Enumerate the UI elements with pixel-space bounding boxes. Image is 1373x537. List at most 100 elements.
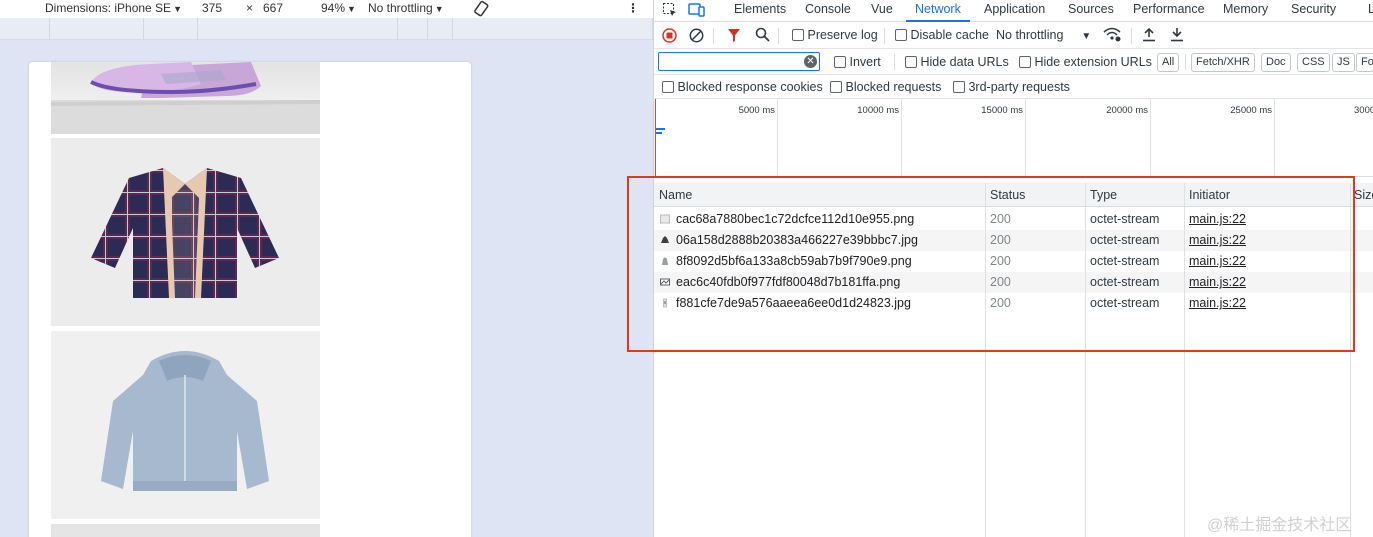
table-row[interactable]: f881cfe7de9a576aaeea6ee0d1d24823.jpg 200… (654, 293, 1373, 314)
timeline-request-bar (656, 128, 665, 130)
product-image-plaid-jacket[interactable] (51, 138, 320, 326)
filter-bar: ✕ Invert Hide data URLs Hide extension U… (654, 49, 1373, 75)
more-options-icon[interactable]: ⋮ (627, 1, 639, 15)
file-jpg-icon (661, 236, 669, 243)
column-divider[interactable] (985, 183, 986, 537)
emulated-viewport[interactable] (29, 62, 471, 537)
watermark: @稀土掘金技术社区 (1207, 517, 1352, 534)
tab-application[interactable]: Application (984, 0, 1045, 22)
search-icon[interactable] (755, 27, 770, 45)
invert-checkbox[interactable]: Invert (834, 55, 881, 69)
blocked-cookies-checkbox[interactable]: Blocked response cookies (662, 80, 823, 94)
tab-elements[interactable]: Elements (734, 0, 786, 22)
zoom-select[interactable]: 94% ▼ (321, 1, 356, 15)
chevron-down-icon: ▼ (434, 4, 444, 14)
request-name: f881cfe7de9a576aaeea6ee0d1d24823.jpg (676, 296, 911, 310)
request-name: cac68a7880bec1c72dcfce112d10e955.png (676, 212, 915, 226)
request-initiator-link[interactable]: main.js:22 (1189, 254, 1246, 268)
request-table-header: Name Status Type Initiator Size (654, 183, 1373, 207)
export-har-icon[interactable] (1170, 27, 1184, 45)
table-row[interactable]: 8f8092d5bf6a133a8cb59ab7b9f790e9.png 200… (654, 251, 1373, 272)
request-name: 06a158d2888b20383a466227e39bbbc7.jpg (676, 233, 918, 247)
filter-chip-all[interactable]: All (1157, 53, 1180, 72)
device-toolbar-toggle-icon[interactable] (688, 2, 706, 21)
tab-performance[interactable]: Performance (1133, 0, 1205, 22)
network-conditions-icon[interactable] (1103, 27, 1121, 45)
column-divider[interactable] (1085, 183, 1086, 537)
preserve-log-checkbox[interactable]: Preserve log (792, 28, 878, 42)
product-image-sneaker[interactable] (51, 62, 320, 134)
tab-console[interactable]: Console (805, 0, 851, 22)
timeline-tick: 20000 ms (1106, 105, 1148, 116)
blocked-filters-bar: Blocked response cookies Blocked request… (654, 76, 1373, 99)
request-initiator-link[interactable]: main.js:22 (1189, 275, 1246, 289)
tab-sources[interactable]: Sources (1068, 0, 1114, 22)
column-header-status[interactable]: Status (990, 188, 1025, 202)
request-type: octet-stream (1090, 233, 1160, 247)
filter-chip-css[interactable]: CSS (1297, 53, 1330, 72)
clear-filter-icon[interactable]: ✕ (804, 55, 817, 68)
tab-vue[interactable]: Vue (871, 0, 893, 22)
request-type: octet-stream (1090, 296, 1160, 310)
request-type: octet-stream (1090, 254, 1160, 268)
devtools-tabbar: Elements Console Vue Network Application… (654, 0, 1373, 22)
filter-chip-js[interactable]: JS (1332, 53, 1355, 72)
tab-overflow[interactable]: L (1368, 0, 1373, 22)
column-header-size[interactable]: Size (1354, 188, 1373, 202)
timeline-request-bar (656, 132, 662, 134)
chevron-down-icon: ▼ (173, 4, 182, 14)
filter-chip-font[interactable]: Fo (1356, 53, 1373, 72)
column-header-initiator[interactable]: Initiator (1189, 188, 1230, 202)
request-initiator-link[interactable]: main.js:22 (1189, 233, 1246, 247)
table-row[interactable]: 06a158d2888b20383a466227e39bbbc7.jpg 200… (654, 230, 1373, 251)
column-header-name[interactable]: Name (659, 188, 692, 202)
third-party-checkbox[interactable]: 3rd-party requests (953, 80, 1070, 94)
width-input[interactable]: 375 (202, 1, 222, 15)
filter-icon[interactable] (727, 28, 741, 46)
import-har-icon[interactable] (1142, 27, 1156, 45)
filter-input[interactable]: ✕ (658, 52, 820, 71)
device-emulation-pane: Dimensions: iPhone SE ▼ 375 × 667 94% ▼ No… (0, 0, 653, 537)
network-timeline-overview[interactable]: 5000 ms 10000 ms 15000 ms 20000 ms 25000… (654, 99, 1373, 177)
tab-network[interactable]: Network (906, 0, 970, 22)
times-icon: × (246, 1, 254, 15)
height-input[interactable]: 667 (263, 1, 283, 15)
device-toolbar: Dimensions: iPhone SE ▼ 375 × 667 94% ▼ No… (0, 0, 653, 18)
dimensions-select[interactable]: Dimensions: iPhone SE ▼ (45, 1, 182, 15)
filter-chip-fetch-xhr[interactable]: Fetch/XHR (1191, 53, 1255, 72)
devtools-panel: Elements Console Vue Network Application… (653, 0, 1373, 537)
blocked-requests-checkbox[interactable]: Blocked requests (830, 80, 941, 94)
column-divider[interactable] (1184, 183, 1185, 537)
hide-extension-urls-checkbox[interactable]: Hide extension URLs (1019, 55, 1152, 69)
request-name: 8f8092d5bf6a133a8cb59ab7b9f790e9.png (676, 254, 912, 268)
request-initiator-link[interactable]: main.js:22 (1189, 296, 1246, 310)
request-status: 200 (990, 254, 1011, 268)
column-header-type[interactable]: Type (1090, 188, 1117, 202)
hide-data-urls-checkbox[interactable]: Hide data URLs (905, 55, 1009, 69)
record-stop-icon[interactable] (662, 28, 677, 46)
chevron-down-icon: ▼ (347, 4, 356, 14)
request-name: eac6c40fdb0f977fdf80048d7b181ffa.png (676, 275, 901, 289)
filter-chip-doc[interactable]: Doc (1261, 53, 1291, 72)
product-image-next[interactable] (51, 524, 320, 537)
request-status: 200 (990, 212, 1011, 226)
clear-icon[interactable] (689, 28, 704, 46)
request-initiator-link[interactable]: main.js:22 (1189, 212, 1246, 226)
request-status: 200 (990, 296, 1011, 310)
file-png-icon (660, 214, 670, 224)
network-throttle-select[interactable]: No throttling ▼ (996, 28, 1091, 42)
column-divider[interactable] (1350, 183, 1351, 537)
disable-cache-checkbox[interactable]: Disable cache (895, 28, 989, 42)
tab-memory[interactable]: Memory (1223, 0, 1268, 22)
table-row[interactable]: eac6c40fdb0f977fdf80048d7b181ffa.png 200… (654, 272, 1373, 293)
inspect-element-icon[interactable] (662, 2, 678, 21)
timeline-tick: 5000 ms (738, 105, 775, 116)
product-image-fleece-jacket[interactable] (51, 331, 320, 519)
device-throttle-select[interactable]: No throttling ▼ (368, 1, 444, 15)
tab-security[interactable]: Security (1291, 0, 1336, 22)
request-status: 200 (990, 233, 1011, 247)
file-jpg-icon (663, 298, 667, 308)
timeline-tick: 3000 (1354, 105, 1373, 116)
table-row[interactable]: cac68a7880bec1c72dcfce112d10e955.png 200… (654, 209, 1373, 230)
chevron-down-icon: ▼ (1081, 31, 1092, 42)
